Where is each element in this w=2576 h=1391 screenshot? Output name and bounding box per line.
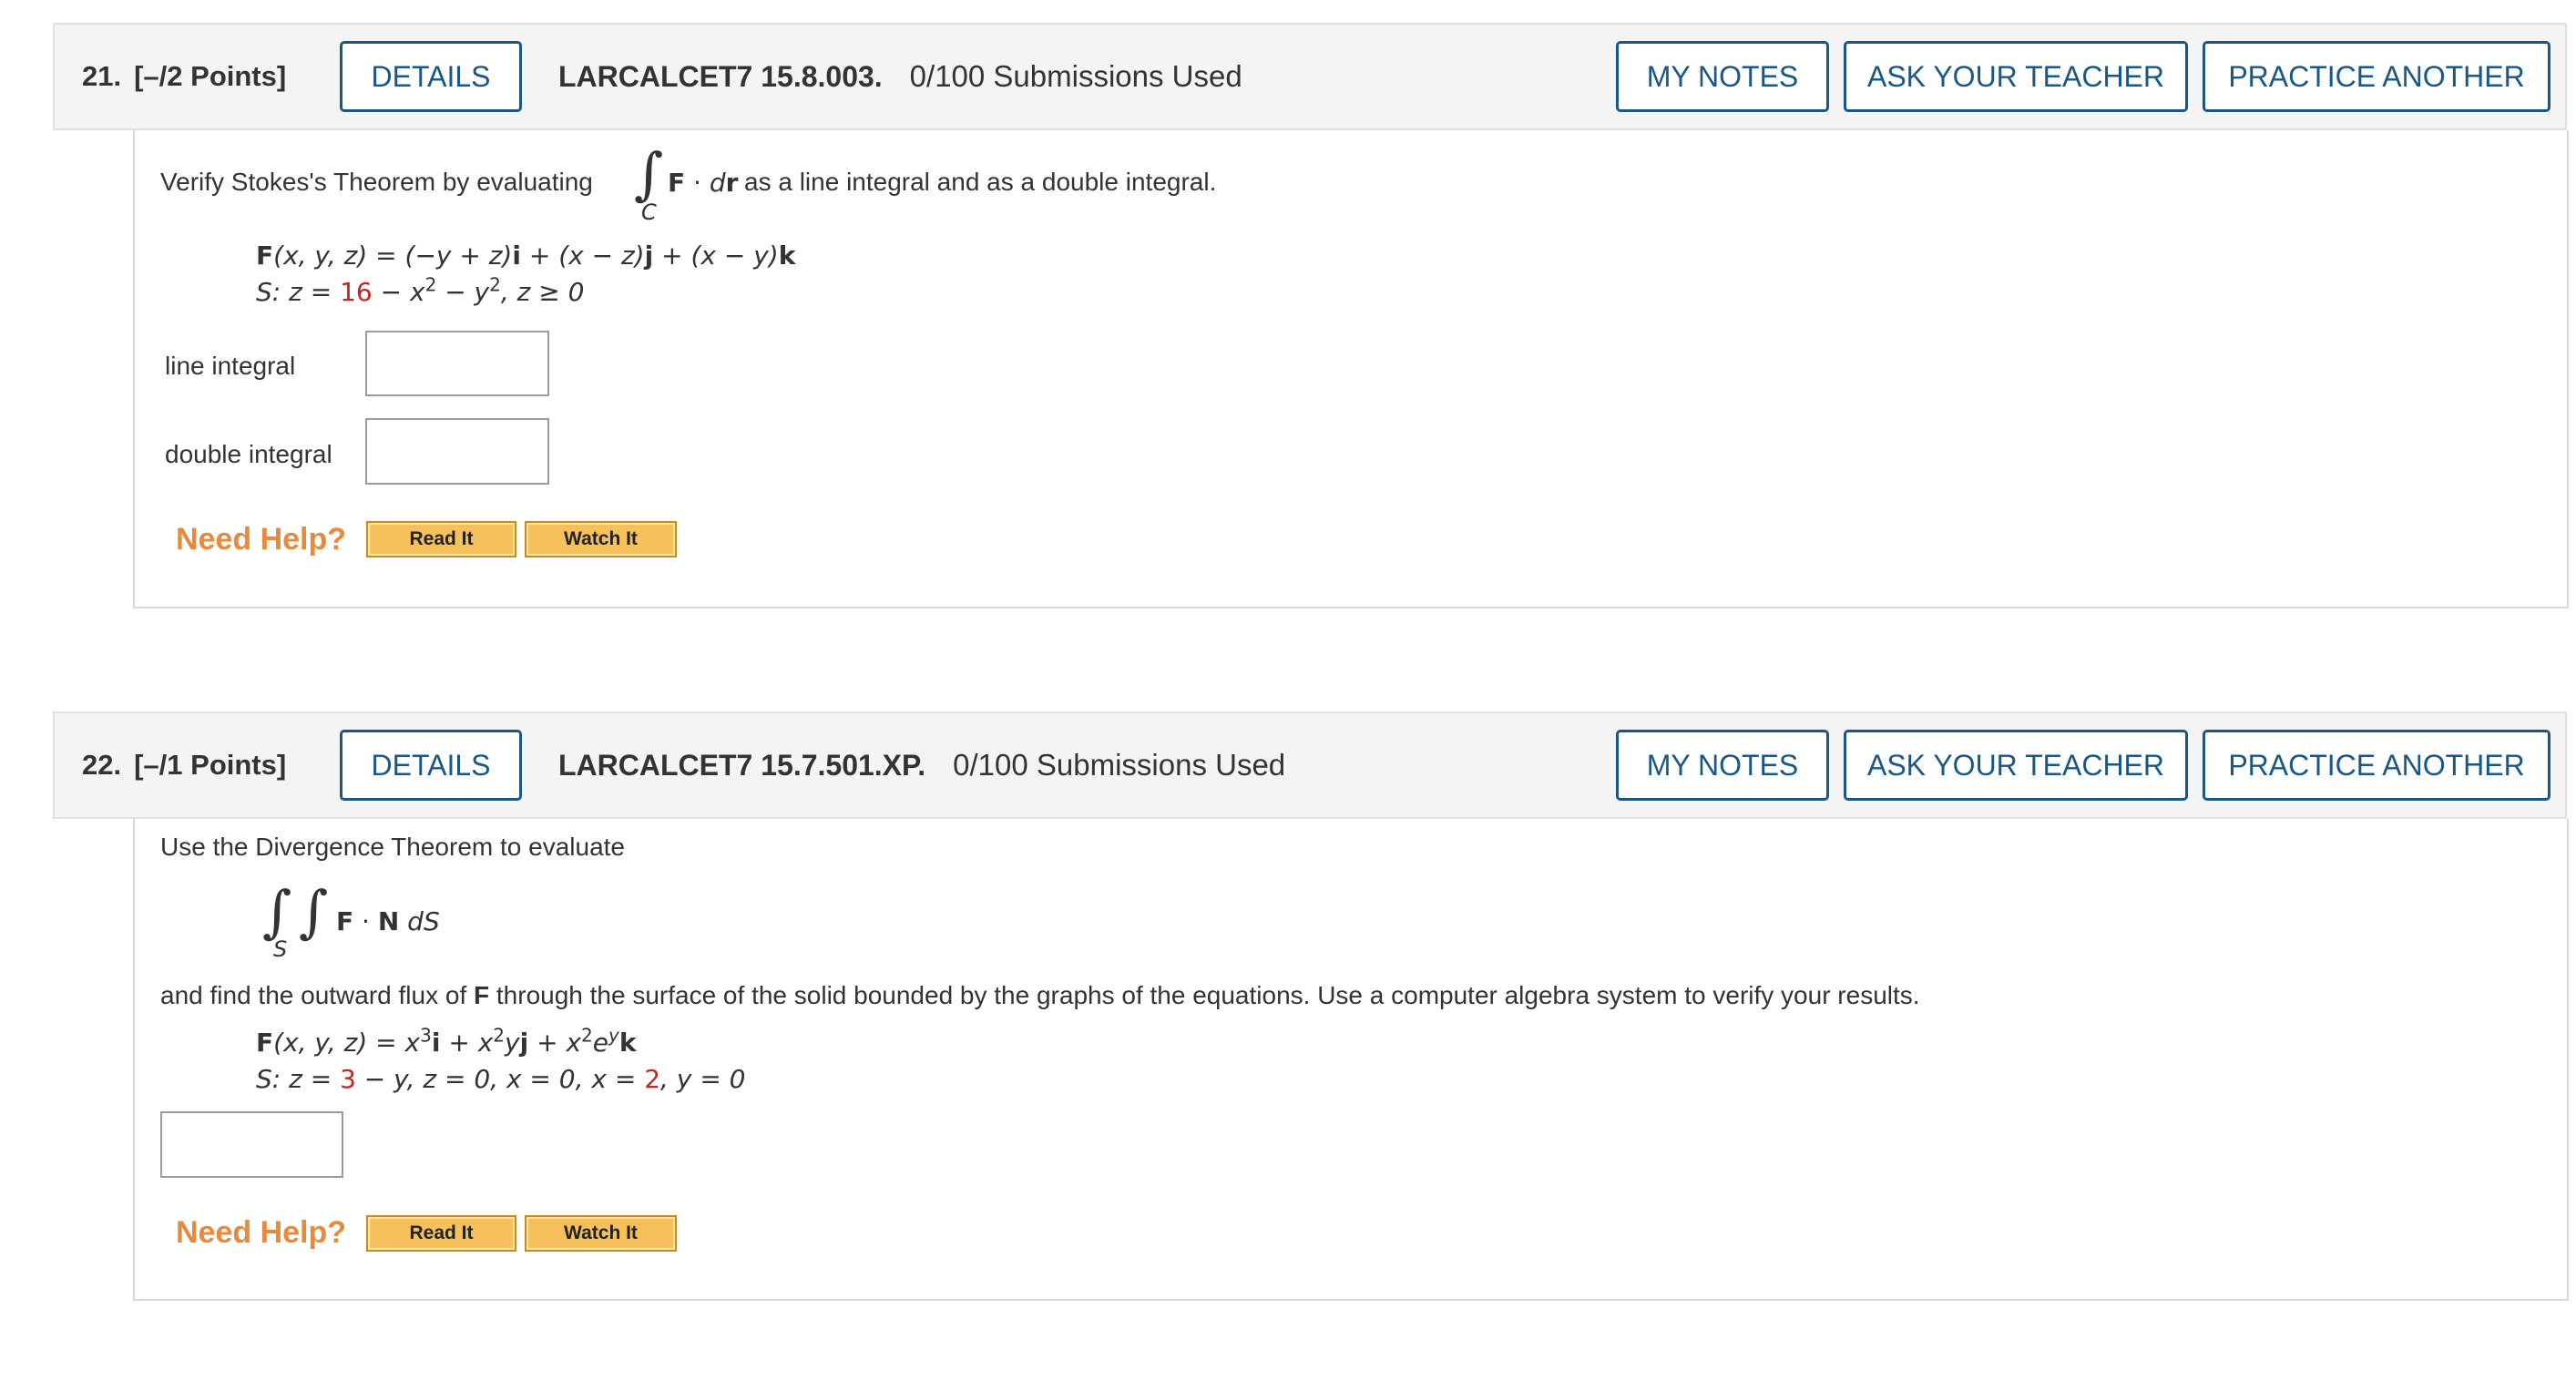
integral-sign: ∫ <box>634 140 664 207</box>
read-it-button[interactable]: Read It <box>366 521 516 557</box>
practice-another-button[interactable]: PRACTICE ANOTHER <box>2203 730 2550 801</box>
integral-sign: ∫ <box>262 878 292 945</box>
read-it-button[interactable]: Read It <box>366 1215 516 1252</box>
submissions-used: 0/100 Submissions Used <box>953 748 1286 782</box>
practice-another-button[interactable]: PRACTICE ANOTHER <box>2203 41 2550 112</box>
details-button[interactable]: DETAILS <box>340 41 522 112</box>
integral-subscript: S <box>273 936 288 962</box>
question-reference: LARCALCET7 15.8.003. <box>558 59 883 93</box>
ask-your-teacher-button[interactable]: ASK YOUR TEACHER <box>1844 41 2188 112</box>
surface-equation: S: z = 3 − y, z = 0, x = 0, x = 2, y = 0 <box>256 1064 746 1094</box>
question-22-prompt: Use the Divergence Theorem to evaluate <box>160 833 625 861</box>
question-21-prompt: Verify Stokes's Theorem by evaluating <box>160 168 593 196</box>
integral-subscript: C <box>641 199 657 225</box>
question-21-meta: LARCALCET7 15.8.003. 0/100 Submissions U… <box>558 25 1242 128</box>
question-number: 21. <box>82 60 122 92</box>
question-21-prompt-continued: as a line integral and as a double integ… <box>744 168 1217 196</box>
flux-answer-input[interactable] <box>160 1111 343 1178</box>
vector-field-equation: F(x, y, z) = (−y + z)i + (x − z)j + (x −… <box>256 240 796 271</box>
need-help-label: Need Help? <box>176 1215 347 1250</box>
submissions-used: 0/100 Submissions Used <box>909 59 1242 93</box>
line-integral-label: line integral <box>165 352 296 380</box>
watch-it-button[interactable]: Watch It <box>525 1215 677 1252</box>
double-integral-label: double integral <box>165 440 332 468</box>
ask-your-teacher-button[interactable]: ASK YOUR TEACHER <box>1844 730 2188 801</box>
question-22-instructions: and find the outward flux of F through t… <box>160 981 1920 1009</box>
details-button[interactable]: DETAILS <box>340 730 522 801</box>
question-points: [–/2 Points] <box>134 60 287 92</box>
question-21-header: 21. [–/2 Points] DETAILS LARCALCET7 15.8… <box>53 23 2567 130</box>
question-22-header: 22. [–/1 Points] DETAILS LARCALCET7 15.7… <box>53 711 2567 819</box>
vector-field-equation: F(x, y, z) = x3i + x2yj + x2eyk <box>256 1024 637 1058</box>
question-21-title: 21. [–/2 Points] <box>82 25 286 128</box>
question-number: 22. <box>82 749 122 781</box>
question-22-title: 22. [–/1 Points] <box>82 713 286 817</box>
my-notes-button[interactable]: MY NOTES <box>1616 41 1829 112</box>
question-points: [–/1 Points] <box>134 749 287 781</box>
surface-integral-integrand: F · N dS <box>336 906 440 936</box>
integral-sign-second: ∫ <box>299 878 329 945</box>
need-help-label: Need Help? <box>176 522 347 557</box>
line-integral-input[interactable] <box>365 331 549 396</box>
question-reference: LARCALCET7 15.7.501.XP. <box>558 748 926 782</box>
surface-equation: S: z = 16 − x2 − y2, z ≥ 0 <box>256 273 585 307</box>
line-integral-integrand: F · dr <box>668 168 739 198</box>
my-notes-button[interactable]: MY NOTES <box>1616 730 1829 801</box>
watch-it-button[interactable]: Watch It <box>525 521 677 557</box>
question-22-meta: LARCALCET7 15.7.501.XP. 0/100 Submission… <box>558 713 1285 817</box>
double-integral-input[interactable] <box>365 418 549 485</box>
